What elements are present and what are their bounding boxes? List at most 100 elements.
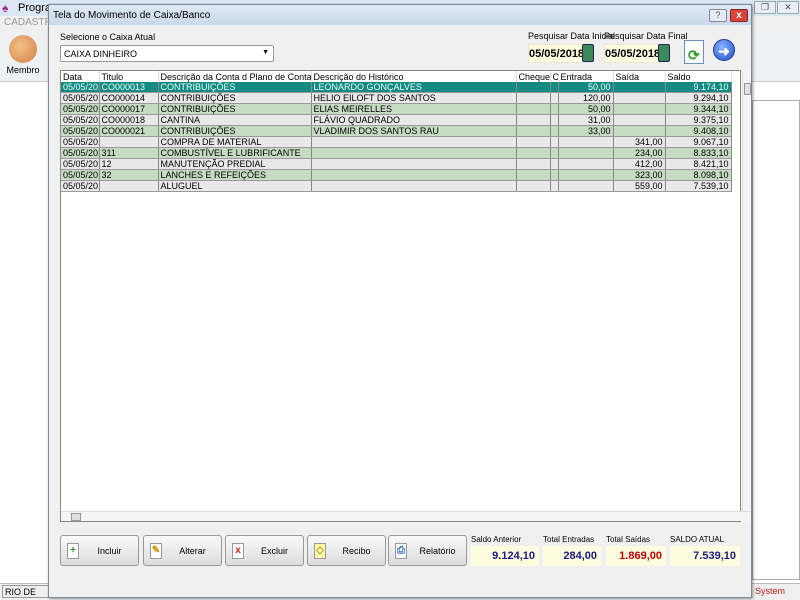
cell-historico: LEONARDO GONÇALVES	[311, 82, 517, 94]
cell-titulo	[99, 136, 159, 149]
cell-saida	[613, 103, 666, 116]
column-header[interactable]: Descrição do Histórico	[311, 71, 517, 82]
chevron-down-icon: ▼	[262, 49, 269, 56]
caixa-label: Selecione o Caixa Atual	[60, 32, 156, 42]
table-row[interactable]: 05/05/2018311COMBUSTÍVEL E LUBRIFICANTE 2…	[61, 147, 732, 160]
table-row[interactable]: 05/05/2018CO000021CONTRIBUIÇÕESVLADIMIR …	[61, 125, 732, 138]
cell-c	[550, 125, 559, 138]
cell-titulo: CO000013	[99, 82, 159, 94]
cell-entrada	[558, 158, 614, 171]
search-go-button[interactable]: ➜	[713, 39, 735, 61]
cell-saida	[613, 92, 666, 105]
column-header[interactable]: C	[550, 71, 559, 82]
cell-historico	[311, 169, 517, 182]
dialog-close-button[interactable]: x	[730, 9, 748, 22]
cell-conta: CONTRIBUIÇÕES	[158, 125, 312, 138]
column-header[interactable]: Entrada	[558, 71, 614, 82]
cell-titulo: CO000014	[99, 92, 159, 105]
column-header[interactable]: Data	[61, 71, 100, 82]
total-saidas-value: 1.869,00	[606, 546, 666, 566]
close-icon[interactable]: ✕	[777, 1, 799, 14]
recibo-button[interactable]: ◇ Recibo	[307, 535, 386, 566]
refresh-button[interactable]: ⟳	[684, 40, 704, 64]
cell-data: 05/05/2018	[61, 82, 100, 94]
cell-saldo: 7.539,10	[665, 180, 732, 193]
saldo-anterior-value: 9.124,10	[471, 546, 539, 566]
cell-cheque	[516, 136, 551, 149]
column-header[interactable]: Descrição da Conta d Plano de Contas	[158, 71, 312, 82]
data-final-label: Pesquisar Data Final	[604, 31, 688, 41]
relatorio-button[interactable]: ⎙ Relatório	[388, 535, 467, 566]
cell-saldo: 9.294,10	[665, 92, 732, 105]
movimento-caixa-dialog: Tela do Movimento de Caixa/Banco ? x Sel…	[48, 4, 752, 598]
cell-historico: FLÁVIO QUADRADO	[311, 114, 517, 127]
cell-cheque	[516, 158, 551, 171]
table-row[interactable]: 05/05/2018CO000017CONTRIBUIÇÕESELIAS MEI…	[61, 103, 732, 116]
cell-data: 05/05/2018	[61, 180, 100, 193]
cell-c	[550, 169, 559, 182]
alterar-button[interactable]: ✎ Alterar	[143, 535, 222, 566]
movimento-grid[interactable]: Data Titulo Descrição da Conta d Plano de …	[60, 70, 751, 522]
incluir-button[interactable]: + Incluir	[60, 535, 139, 566]
table-row[interactable]: 05/05/2018CO000018CANTINAFLÁVIO QUADRADO…	[61, 114, 732, 127]
cell-entrada	[558, 136, 614, 149]
cell-cheque	[516, 169, 551, 182]
restore-icon[interactable]: ❐	[754, 1, 776, 14]
cell-saldo: 9.344,10	[665, 103, 732, 116]
membro-button[interactable]: Membro	[3, 33, 43, 81]
cell-cheque	[516, 82, 551, 94]
cell-data: 05/05/2018	[61, 136, 100, 149]
relatorio-label: Relatório	[419, 546, 456, 556]
column-header[interactable]: Saldo	[665, 71, 732, 82]
cell-data: 05/05/2018	[61, 125, 100, 138]
cell-saldo: 8.098,10	[665, 169, 732, 182]
table-row[interactable]: 05/05/2018 ALUGUEL 559,007.539,10	[61, 180, 732, 193]
column-header[interactable]: Titulo	[99, 71, 159, 82]
data-final-input[interactable]: 05/05/2018	[604, 44, 660, 63]
cell-entrada	[558, 147, 614, 160]
cell-c	[550, 158, 559, 171]
calendar-icon[interactable]	[582, 44, 594, 62]
cell-titulo: 311	[99, 147, 159, 160]
excluir-button[interactable]: x Excluir	[225, 535, 304, 566]
cell-saldo: 9.174,10	[665, 82, 732, 94]
cell-saldo: 9.375,10	[665, 114, 732, 127]
saldo-anterior-label: Saldo Anterior	[471, 535, 522, 544]
cell-titulo: CO000017	[99, 103, 159, 116]
refresh-icon: ⟳	[688, 47, 700, 63]
cell-data: 05/05/2018	[61, 158, 100, 171]
cell-c	[550, 136, 559, 149]
delete-icon: x	[232, 543, 244, 559]
cell-historico: VLADIMIR DOS SANTOS RAU	[311, 125, 517, 138]
table-row[interactable]: 05/05/2018CO000014CONTRIBUIÇÕESHELIO EIL…	[61, 92, 732, 105]
cell-titulo: CO000021	[99, 125, 159, 138]
column-header[interactable]: Cheque	[516, 71, 551, 82]
column-header[interactable]: Saída	[613, 71, 666, 82]
data-inicial-input[interactable]: 05/05/2018	[528, 44, 584, 63]
table-row[interactable]: 05/05/2018CO000013CONTRIBUIÇÕESLEONARDO …	[61, 82, 732, 94]
vertical-scrollbar[interactable]	[742, 71, 751, 511]
cell-cheque	[516, 180, 551, 193]
table-row[interactable]: 05/05/2018 COMPRA DE MATERIAL 341,009.067,…	[61, 136, 732, 149]
side-panel	[752, 100, 800, 580]
edit-icon: ✎	[150, 543, 162, 559]
cell-conta: COMPRA DE MATERIAL	[158, 136, 312, 149]
cell-saldo: 8.421,10	[665, 158, 732, 171]
calendar-icon[interactable]	[658, 44, 670, 62]
saldo-atual-value: 7.539,10	[670, 546, 740, 566]
cell-data: 05/05/2018	[61, 169, 100, 182]
caixa-select[interactable]: CAIXA DINHEIRO ▼	[60, 45, 274, 62]
horizontal-scrollbar[interactable]	[61, 511, 751, 521]
cell-c	[550, 180, 559, 193]
cell-data: 05/05/2018	[61, 92, 100, 105]
help-button[interactable]: ?	[709, 9, 727, 22]
total-saidas-label: Total Saídas	[606, 535, 651, 544]
app-logo-icon: ♠	[2, 1, 9, 15]
table-row[interactable]: 05/05/201832LANCHES E REFEIÇÕES 323,008.0…	[61, 169, 732, 182]
cell-entrada: 120,00	[558, 92, 614, 105]
cell-historico: HELIO EILOFT DOS SANTOS	[311, 92, 517, 105]
scroll-thumb[interactable]	[744, 83, 751, 95]
scroll-thumb[interactable]	[71, 513, 81, 521]
table-row[interactable]: 05/05/201812MANUTENÇÃO PREDIAL 412,008.42…	[61, 158, 732, 171]
cell-saida	[613, 114, 666, 127]
